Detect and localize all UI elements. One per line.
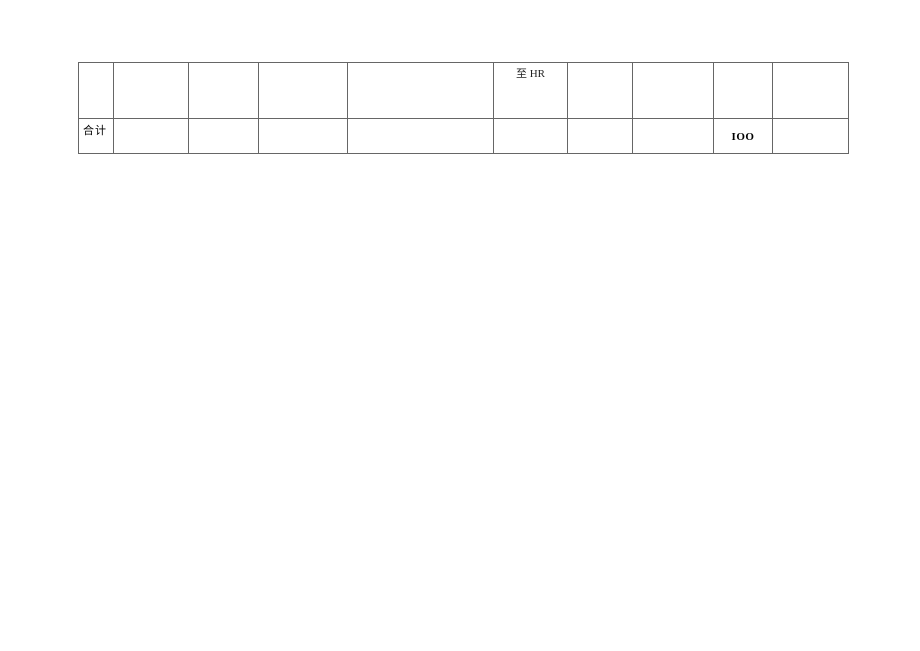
table-cell <box>188 118 259 154</box>
cell-text <box>714 63 772 66</box>
table-cell-total-label: 合计 <box>78 118 114 154</box>
cell-text <box>773 63 848 66</box>
cell-text <box>189 63 258 66</box>
table-cell <box>632 118 714 154</box>
table-cell <box>113 62 189 119</box>
document-page: 至 HR 合计 IOO <box>0 0 920 651</box>
cell-text <box>348 63 493 66</box>
table-cell <box>713 62 773 119</box>
table-cell <box>493 118 568 154</box>
table-cell-hr: 至 HR <box>493 62 568 119</box>
table-cell <box>567 118 633 154</box>
table-cell <box>347 62 494 119</box>
table-cell <box>113 118 189 154</box>
cell-text <box>633 119 713 122</box>
table-row-total: 合计 IOO <box>78 118 849 154</box>
cell-text <box>259 63 347 66</box>
table-cell <box>78 62 114 119</box>
table-cell <box>347 118 494 154</box>
cell-text <box>633 63 713 66</box>
table-cell <box>567 62 633 119</box>
cell-text <box>348 119 493 122</box>
cell-text <box>189 119 258 122</box>
cell-text <box>494 119 567 122</box>
total-value: IOO <box>731 131 755 143</box>
cell-text <box>773 119 848 122</box>
cell-text <box>114 63 188 66</box>
cell-text <box>259 119 347 122</box>
cell-text <box>568 119 632 122</box>
cell-text <box>79 63 113 66</box>
table-cell <box>632 62 714 119</box>
cell-text <box>568 63 632 66</box>
table-cell <box>258 118 348 154</box>
cell-text <box>114 119 188 122</box>
hr-label: 至 HR <box>515 68 546 80</box>
table-row: 至 HR <box>78 62 849 119</box>
table-cell <box>772 118 849 154</box>
data-table: 至 HR 合计 IOO <box>78 62 849 154</box>
table-cell <box>772 62 849 119</box>
table-cell <box>258 62 348 119</box>
total-label: 合计 <box>83 124 107 137</box>
table-cell-total-value: IOO <box>713 118 773 154</box>
table-cell <box>188 62 259 119</box>
